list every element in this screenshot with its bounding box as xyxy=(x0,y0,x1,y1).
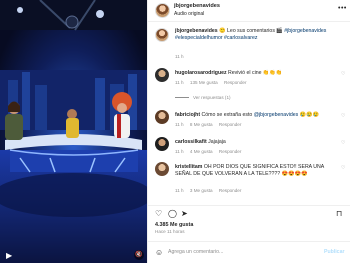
caption-text: Leo sus comentarios 🎬 xyxy=(227,28,283,34)
comment-username[interactable]: fabriciojht xyxy=(175,112,200,118)
comment-meta: 11 h 8 Me gusta Responder xyxy=(175,122,246,127)
comment-emoji: 😢😢😢 xyxy=(299,112,320,118)
comment-age[interactable]: 11 h xyxy=(175,122,184,127)
comment-meta: 11 h 4 Me gusta Responder xyxy=(175,149,246,154)
caption-username[interactable]: jbjorgebenavides xyxy=(175,28,218,34)
author-username[interactable]: jbjorgebenavides xyxy=(174,3,220,9)
comment-meta: 11 h 3 Me gusta Responder xyxy=(175,188,246,193)
post-time[interactable]: Hace 11 horas xyxy=(155,229,185,234)
heart-icon[interactable]: ♡ xyxy=(155,209,162,218)
comment-likes[interactable]: 3 Me gusta xyxy=(190,188,213,193)
caption-age[interactable]: 11 h xyxy=(175,54,184,59)
heart-icon[interactable]: ♡ xyxy=(341,113,345,119)
heart-icon[interactable]: ♡ xyxy=(341,165,345,171)
view-replies-label: Ver respuestas (1) xyxy=(193,95,231,100)
comment-username[interactable]: kristellitam xyxy=(175,164,202,170)
comment-age[interactable]: 11 h xyxy=(175,149,184,154)
heart-icon[interactable]: ♡ xyxy=(341,140,345,146)
add-comment-bar: ☺ Publicar xyxy=(148,241,350,263)
comment-meta: 11 h 135 Me gusta Responder xyxy=(175,80,252,85)
bookmark-icon[interactable]: ⊓ xyxy=(336,209,342,218)
comment-avatar[interactable] xyxy=(155,110,169,124)
instagram-post-view: ▶ 🔇 jbjorgebenavides Audio original ••• … xyxy=(0,0,350,263)
comment-age[interactable]: 11 h xyxy=(175,80,184,85)
comment-username[interactable]: hugolarosarodriguez xyxy=(175,70,227,76)
post-video[interactable]: ▶ 🔇 xyxy=(0,0,147,263)
comment-text: Revivió el cine 👏👏👏 xyxy=(228,70,283,76)
reply-button[interactable]: Responder xyxy=(219,149,241,154)
comment-text: Cómo se extraña esto xyxy=(201,112,253,118)
view-replies-button[interactable]: Ver respuestas (1) xyxy=(175,95,231,100)
comment-input[interactable] xyxy=(168,247,318,257)
post-details-panel: jbjorgebenavides Audio original ••• jbjo… xyxy=(147,0,350,263)
comment-text: Jajajaja xyxy=(208,139,226,145)
like-count[interactable]: 4.385 Me gusta xyxy=(155,222,193,228)
comment-mention[interactable]: @jbjorgebenavides xyxy=(254,112,299,118)
post-header: jbjorgebenavides Audio original ••• xyxy=(148,0,350,22)
share-icon[interactable]: ➤ xyxy=(181,209,188,218)
caption-meta: 11 h xyxy=(175,54,189,59)
reels-icon: ▶ xyxy=(6,251,13,260)
comment-username[interactable]: carlossilkafit xyxy=(175,139,207,145)
publish-button[interactable]: Publicar xyxy=(324,249,344,255)
author-avatar[interactable] xyxy=(155,3,170,18)
comment-likes[interactable]: 8 Me gusta xyxy=(190,122,213,127)
comment-avatar[interactable] xyxy=(155,137,169,151)
tv-studio-scene xyxy=(0,0,147,263)
divider xyxy=(175,97,189,99)
reply-button[interactable]: Responder xyxy=(219,122,241,127)
audio-label[interactable]: Audio original xyxy=(174,11,204,17)
reply-button[interactable]: Responder xyxy=(224,80,246,85)
more-options-icon[interactable]: ••• xyxy=(338,5,347,12)
reply-button[interactable]: Responder xyxy=(219,188,241,193)
comment-avatar[interactable] xyxy=(155,162,169,176)
comment-avatar[interactable] xyxy=(155,68,169,82)
emoji-icon[interactable]: ☺ xyxy=(155,248,163,257)
comment-icon[interactable]: ◯ xyxy=(168,209,177,218)
audio-muted-icon[interactable]: 🔇 xyxy=(134,250,144,260)
comment-likes[interactable]: 135 Me gusta xyxy=(190,80,218,85)
caption-emoji: 🙂 xyxy=(219,28,226,34)
post-action-bar: ♡ ◯ ➤ ⊓ xyxy=(148,205,350,219)
comment-likes[interactable]: 4 Me gusta xyxy=(190,149,213,154)
heart-icon[interactable]: ♡ xyxy=(341,71,345,77)
caption-avatar[interactable] xyxy=(155,28,169,42)
comment-age[interactable]: 11 h xyxy=(175,188,184,193)
